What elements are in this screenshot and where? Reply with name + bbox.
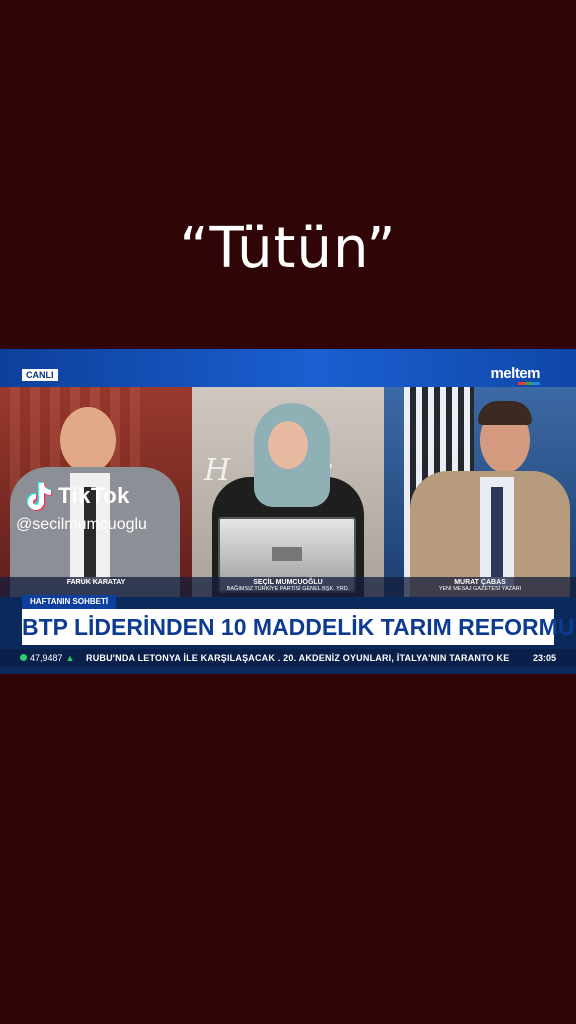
tiktok-username: @secilmumcuoglu xyxy=(16,516,147,533)
guest-name: SEÇİL MUMCUOĞLU xyxy=(253,579,323,586)
tiktok-brand: TikTok xyxy=(58,483,130,508)
guest-nameplate: MURAT ÇABAS YENİ MESAJ GAZETESİ YAZARI xyxy=(384,577,576,597)
guest-nameplate: SEÇİL MUMCUOĞLU BAĞIMSIZ TÜRKİYE PARTİSİ… xyxy=(192,577,384,597)
channel-logo: meltem xyxy=(490,365,540,382)
tiktok-watermark: TikTok @secilmumcuoglu xyxy=(16,480,147,534)
broadcast-top-bar: CANLI meltem xyxy=(0,349,576,387)
guest-panel-right: MURAT ÇABAS YENİ MESAJ GAZETESİ YAZARI xyxy=(384,387,576,597)
guest-role: BAĞIMSIZ TÜRKİYE PARTİSİ GENEL BŞK. YRD. xyxy=(226,586,350,592)
ticker-clock: 23:05 xyxy=(532,653,556,663)
guest-role: YENİ MESAJ GAZETESİ YAZARI xyxy=(438,586,522,592)
segment-label: HAFTANIN SOHBETİ xyxy=(22,595,117,609)
guest-name: MURAT ÇABAS xyxy=(454,579,506,586)
market-indicator: 47,9487 ▲ xyxy=(20,649,74,667)
guest-name: FARUK KARATAY xyxy=(66,579,126,586)
live-badge: CANLI xyxy=(22,369,58,381)
guest-panel-center: H r SEÇİL MUMCUOĞLU BAĞIMSIZ TÜRKİYE PAR… xyxy=(192,387,384,597)
ticker-text: RUBU'NDA LETONYA İLE KARŞILAŞACAK . 20. … xyxy=(86,653,510,663)
guest-nameplate: FARUK KARATAY xyxy=(0,577,192,597)
news-headline: BTP LİDERİNDEN 10 MADDELİK TARIM REFORMU xyxy=(22,609,574,645)
up-arrow-icon: ▲ xyxy=(65,653,75,663)
channel-logo-mark xyxy=(518,382,540,385)
indicator-value: 47,9487 xyxy=(30,653,63,663)
tiktok-logo-icon xyxy=(26,482,52,511)
news-ticker: 47,9487 ▲ RUBU'NDA LETONYA İLE KARŞILAŞAC… xyxy=(0,649,576,667)
video-caption: “Tütün” xyxy=(179,216,397,281)
indicator-dot-icon xyxy=(20,654,27,661)
